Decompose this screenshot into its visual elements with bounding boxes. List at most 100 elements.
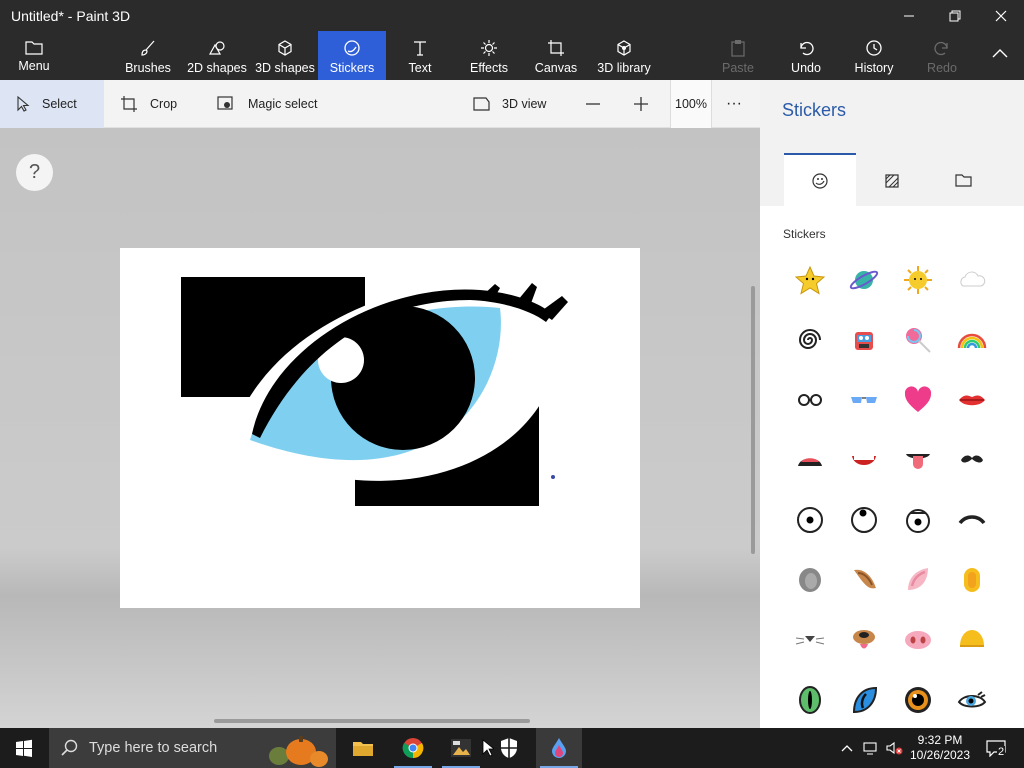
sticker-glasses[interactable] bbox=[783, 373, 837, 427]
magic-select-icon bbox=[217, 96, 233, 110]
zoom-level[interactable]: 100% bbox=[670, 80, 712, 128]
eyebrow-icon bbox=[958, 515, 986, 525]
help-button[interactable]: ? bbox=[16, 154, 53, 191]
sticker-dog-ear[interactable] bbox=[837, 553, 891, 607]
sticker-amber-eye[interactable] bbox=[891, 673, 945, 727]
search-placeholder: Type here to search bbox=[89, 740, 218, 756]
sticker-heart[interactable] bbox=[891, 373, 945, 427]
paste-button[interactable]: Paste bbox=[714, 31, 762, 80]
text-button[interactable]: Text bbox=[394, 31, 446, 80]
tab-textures[interactable] bbox=[856, 153, 928, 206]
gray-ear-icon bbox=[799, 568, 821, 592]
sticker-green-cat-eye[interactable] bbox=[783, 673, 837, 727]
volume-tray[interactable] bbox=[884, 728, 906, 768]
show-hidden-icons[interactable] bbox=[836, 728, 858, 768]
sticker-eye-looking-up[interactable] bbox=[837, 493, 891, 547]
canvas-button[interactable]: Canvas bbox=[530, 31, 582, 80]
sticker-teeth-mouth[interactable] bbox=[837, 433, 891, 487]
sticker-open-mouth[interactable] bbox=[783, 433, 837, 487]
sticker-mustache[interactable] bbox=[945, 433, 999, 487]
taskbar-search[interactable]: Type here to search bbox=[49, 728, 336, 768]
sticker-eye-sad[interactable] bbox=[891, 493, 945, 547]
3d-library-button[interactable]: 3D library bbox=[594, 31, 654, 80]
chevron-up-icon bbox=[992, 49, 1008, 58]
sticker-rainbow[interactable] bbox=[945, 313, 999, 367]
redo-label: Redo bbox=[927, 61, 957, 75]
sticker-robot[interactable] bbox=[837, 313, 891, 367]
sticker-lollipop[interactable] bbox=[891, 313, 945, 367]
sticker-tongue-mouth[interactable] bbox=[891, 433, 945, 487]
sticker-dog-nose[interactable] bbox=[837, 613, 891, 667]
sticker-star[interactable] bbox=[783, 253, 837, 307]
star-icon bbox=[794, 265, 826, 295]
heart-icon bbox=[904, 386, 932, 412]
2d-shapes-label: 2D shapes bbox=[187, 61, 247, 75]
3d-view-toggle[interactable]: 3D view bbox=[472, 80, 546, 128]
collapse-ribbon-button[interactable] bbox=[980, 31, 1020, 80]
restore-button[interactable] bbox=[932, 0, 978, 31]
sticker-spiral[interactable] bbox=[783, 313, 837, 367]
brushes-button[interactable]: Brushes bbox=[118, 31, 178, 80]
redo-button[interactable]: Redo bbox=[918, 31, 966, 80]
stickers-button[interactable]: Stickers bbox=[318, 31, 386, 80]
sticker-planet[interactable] bbox=[837, 253, 891, 307]
close-icon bbox=[995, 10, 1007, 21]
start-button[interactable] bbox=[0, 728, 48, 768]
rainbow-icon bbox=[957, 333, 987, 349]
network-tray[interactable] bbox=[860, 728, 882, 768]
undo-label: Undo bbox=[791, 61, 821, 75]
notifications-button[interactable]: 2 bbox=[978, 728, 1014, 768]
sticker-cat-nose[interactable] bbox=[783, 613, 837, 667]
robot-icon bbox=[855, 332, 873, 350]
crop-tool[interactable]: Crop bbox=[120, 80, 177, 128]
zoom-in-button[interactable] bbox=[632, 80, 650, 128]
eye-drawing[interactable] bbox=[120, 248, 640, 608]
horizontal-scrollbar[interactable] bbox=[214, 719, 530, 723]
magic-select-tool[interactable]: Magic select bbox=[216, 80, 317, 128]
lips-icon bbox=[959, 395, 985, 406]
zoom-percentage: 100% bbox=[675, 97, 707, 111]
sticker-eye-centered[interactable] bbox=[783, 493, 837, 547]
close-button[interactable] bbox=[978, 0, 1024, 31]
select-tool[interactable]: Select bbox=[0, 80, 104, 128]
history-button[interactable]: History bbox=[848, 31, 900, 80]
undo-button[interactable]: Undo bbox=[782, 31, 830, 80]
sticker-duck-beak[interactable] bbox=[945, 613, 999, 667]
search-icon bbox=[61, 739, 78, 756]
tab-stickers[interactable] bbox=[784, 153, 856, 206]
drawing-canvas[interactable] bbox=[120, 248, 640, 608]
select-label: Select bbox=[42, 97, 77, 111]
sticker-gray-ear[interactable] bbox=[783, 553, 837, 607]
file-explorer-taskbar[interactable] bbox=[340, 728, 386, 768]
sticker-blue-cat-eye[interactable] bbox=[837, 673, 891, 727]
clock[interactable]: 9:32 PM 10/26/2023 bbox=[906, 728, 974, 768]
workspace[interactable]: ? bbox=[0, 128, 760, 728]
sticker-eyebrow[interactable] bbox=[945, 493, 999, 547]
chrome-taskbar[interactable] bbox=[390, 728, 436, 768]
more-icon: ··· bbox=[726, 95, 742, 112]
tongue-mouth-icon bbox=[906, 454, 930, 469]
2d-shapes-button[interactable]: 2D shapes bbox=[184, 31, 250, 80]
more-options-button[interactable]: ··· bbox=[726, 80, 742, 128]
zoom-out-button[interactable] bbox=[584, 80, 602, 128]
sticker-lips[interactable] bbox=[945, 373, 999, 427]
minimize-button[interactable] bbox=[886, 0, 932, 31]
tab-custom-stickers[interactable] bbox=[928, 153, 1000, 206]
effects-button[interactable]: Effects bbox=[462, 31, 516, 80]
3d-library-label: 3D library bbox=[597, 61, 651, 75]
3d-shapes-button[interactable]: 3D shapes bbox=[252, 31, 318, 80]
sticker-pig-nose[interactable] bbox=[891, 613, 945, 667]
brushes-label: Brushes bbox=[125, 61, 171, 75]
sticker-cloud[interactable] bbox=[945, 253, 999, 307]
menu-button[interactable]: Menu bbox=[8, 31, 60, 80]
sticker-sunglasses[interactable] bbox=[837, 373, 891, 427]
sticker-yellow-ear[interactable] bbox=[945, 553, 999, 607]
sticker-sun[interactable] bbox=[891, 253, 945, 307]
paint3d-icon bbox=[552, 738, 566, 758]
sticker-pig-ear[interactable] bbox=[891, 553, 945, 607]
eye-looking-up-icon bbox=[851, 507, 877, 533]
sticker-lashed-eye[interactable] bbox=[945, 673, 999, 727]
notification-count: 2 bbox=[997, 746, 1006, 758]
paint3d-taskbar[interactable] bbox=[536, 728, 582, 768]
vertical-scrollbar[interactable] bbox=[751, 286, 755, 554]
